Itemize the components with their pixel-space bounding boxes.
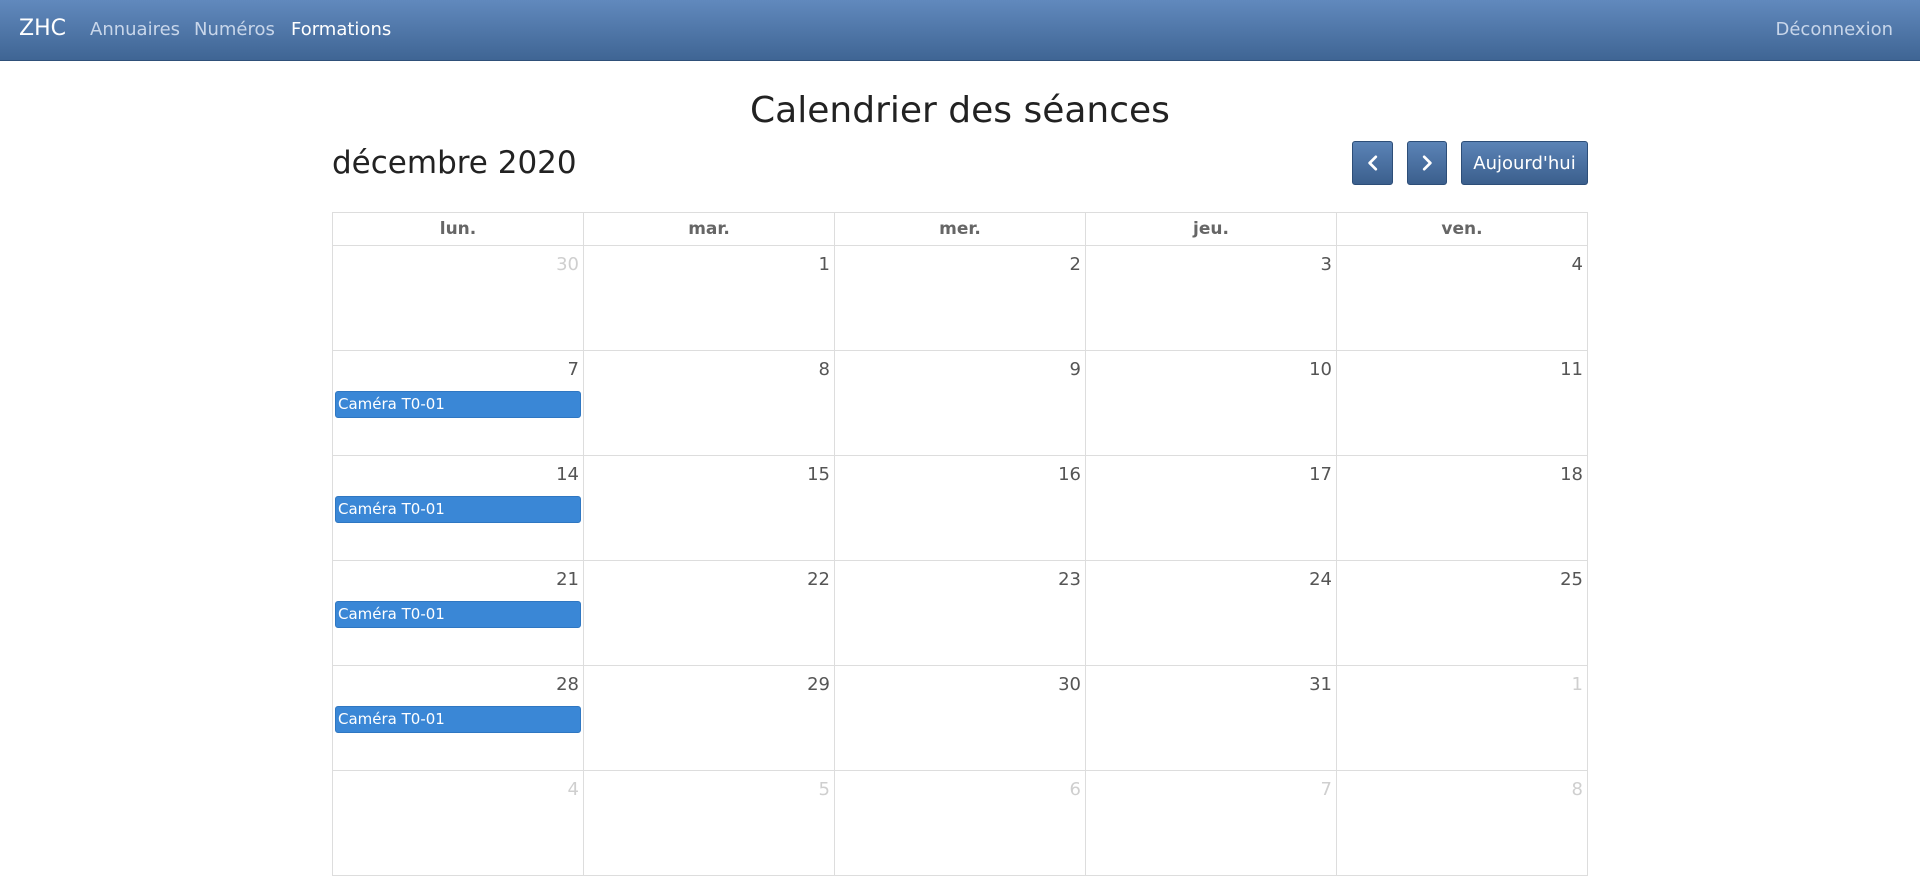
previous-month-button[interactable] — [1352, 141, 1393, 185]
calendar-day-cell[interactable]: 5 — [583, 770, 835, 876]
chevron-left-icon — [1367, 155, 1377, 171]
calendar-day-cell[interactable]: 1 — [1336, 665, 1588, 771]
nav-link-annuaires[interactable]: Annuaires — [90, 19, 180, 41]
calendar-day-cell[interactable]: 31 — [1085, 665, 1337, 771]
calendar-day-cell[interactable]: 15 — [583, 455, 835, 561]
logout-link[interactable]: Déconnexion — [1776, 19, 1894, 41]
calendar-day-cell[interactable]: 11 — [1336, 350, 1588, 456]
calendar-day-cell[interactable]: 29 — [583, 665, 835, 771]
calendar-day-cell[interactable]: 21 Caméra T0-01 — [332, 560, 584, 666]
day-number: 30 — [556, 254, 579, 275]
day-number: 7 — [1320, 779, 1332, 800]
calendar-month-title: décembre 2020 — [332, 145, 577, 181]
day-number: 11 — [1560, 359, 1583, 380]
calendar-event[interactable]: Caméra T0-01 — [335, 391, 581, 418]
day-number: 16 — [1058, 464, 1081, 485]
calendar-day-cell[interactable]: 6 — [834, 770, 1086, 876]
day-number: 31 — [1309, 674, 1332, 695]
weekday-header: jeu. — [1085, 212, 1337, 246]
calendar-grid: lun. mar. mer. jeu. ven. 30 1 2 3 4 7 Caméra T… — [332, 212, 1588, 876]
weekday-header: ven. — [1336, 212, 1588, 246]
calendar-week-row: 28 Caméra T0-01 29 30 31 1 — [332, 665, 1588, 771]
calendar-week-row: 21 Caméra T0-01 22 23 24 25 — [332, 560, 1588, 666]
calendar-day-cell[interactable]: 10 — [1085, 350, 1337, 456]
calendar-day-cell[interactable]: 7 — [1085, 770, 1337, 876]
calendar-week-row: 14 Caméra T0-01 15 16 17 18 — [332, 455, 1588, 561]
day-number: 7 — [567, 359, 579, 380]
calendar-day-cell[interactable]: 24 — [1085, 560, 1337, 666]
nav-link-formations[interactable]: Formations — [291, 19, 391, 41]
calendar-day-cell[interactable]: 22 — [583, 560, 835, 666]
calendar-day-cell[interactable]: 4 — [1336, 245, 1588, 351]
calendar-day-cell[interactable]: 8 — [1336, 770, 1588, 876]
day-number: 9 — [1069, 359, 1081, 380]
calendar-day-cell[interactable]: 28 Caméra T0-01 — [332, 665, 584, 771]
calendar-week-row: 7 Caméra T0-01 8 9 10 11 — [332, 350, 1588, 456]
calendar-day-cell[interactable]: 9 — [834, 350, 1086, 456]
day-number: 4 — [1571, 254, 1583, 275]
day-number: 1 — [818, 254, 830, 275]
day-number: 1 — [1571, 674, 1583, 695]
calendar-day-cell[interactable]: 1 — [583, 245, 835, 351]
today-button[interactable]: Aujourd'hui — [1461, 141, 1588, 185]
weekday-header: mer. — [834, 212, 1086, 246]
weekday-header-row: lun. mar. mer. jeu. ven. — [332, 212, 1588, 246]
top-navbar: ZHC Annuaires Numéros Formations Déconne… — [0, 0, 1920, 61]
weekday-header: mar. — [583, 212, 835, 246]
page-title: Calendrier des séances — [750, 90, 1170, 131]
day-number: 28 — [556, 674, 579, 695]
calendar-day-cell[interactable]: 3 — [1085, 245, 1337, 351]
calendar-day-cell[interactable]: 30 — [834, 665, 1086, 771]
calendar-day-cell[interactable]: 18 — [1336, 455, 1588, 561]
calendar-day-cell[interactable]: 30 — [332, 245, 584, 351]
day-number: 30 — [1058, 674, 1081, 695]
day-number: 24 — [1309, 569, 1332, 590]
day-number: 17 — [1309, 464, 1332, 485]
calendar-day-cell[interactable]: 25 — [1336, 560, 1588, 666]
calendar-day-cell[interactable]: 16 — [834, 455, 1086, 561]
day-number: 18 — [1560, 464, 1583, 485]
month-calendar: lun. mar. mer. jeu. ven. 30 1 2 3 4 7 Caméra T… — [332, 212, 1588, 876]
day-number: 8 — [1571, 779, 1583, 800]
day-number: 8 — [818, 359, 830, 380]
calendar-day-cell[interactable]: 2 — [834, 245, 1086, 351]
day-number: 14 — [556, 464, 579, 485]
day-number: 4 — [567, 779, 579, 800]
calendar-day-cell[interactable]: 4 — [332, 770, 584, 876]
calendar-day-cell[interactable]: 7 Caméra T0-01 — [332, 350, 584, 456]
day-number: 6 — [1069, 779, 1081, 800]
calendar-day-cell[interactable]: 8 — [583, 350, 835, 456]
calendar-event[interactable]: Caméra T0-01 — [335, 706, 581, 733]
day-number: 5 — [818, 779, 830, 800]
calendar-day-cell[interactable]: 14 Caméra T0-01 — [332, 455, 584, 561]
next-month-button[interactable] — [1407, 141, 1447, 185]
calendar-event[interactable]: Caméra T0-01 — [335, 601, 581, 628]
calendar-event[interactable]: Caméra T0-01 — [335, 496, 581, 523]
chevron-right-icon — [1422, 155, 1432, 171]
weekday-header: lun. — [332, 212, 584, 246]
day-number: 15 — [807, 464, 830, 485]
day-number: 25 — [1560, 569, 1583, 590]
calendar-week-row: 4 5 6 7 8 — [332, 770, 1588, 876]
day-number: 3 — [1320, 254, 1332, 275]
calendar-day-cell[interactable]: 23 — [834, 560, 1086, 666]
day-number: 2 — [1069, 254, 1081, 275]
brand-logo[interactable]: ZHC — [19, 15, 66, 43]
calendar-week-row: 30 1 2 3 4 — [332, 245, 1588, 351]
day-number: 29 — [807, 674, 830, 695]
nav-link-numeros[interactable]: Numéros — [194, 19, 275, 41]
day-number: 10 — [1309, 359, 1332, 380]
day-number: 22 — [807, 569, 830, 590]
day-number: 21 — [556, 569, 579, 590]
day-number: 23 — [1058, 569, 1081, 590]
calendar-day-cell[interactable]: 17 — [1085, 455, 1337, 561]
